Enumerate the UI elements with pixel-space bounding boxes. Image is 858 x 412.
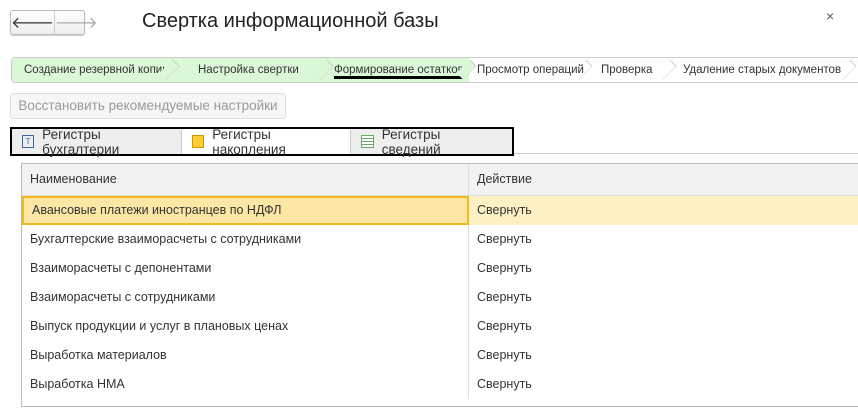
- table-row[interactable]: Выработка НМА Свернуть: [22, 370, 858, 399]
- step-balances[interactable]: Формирование остатков: [326, 58, 469, 82]
- cell-action[interactable]: Свернуть: [469, 254, 858, 283]
- table-row[interactable]: Выработка материалов Свернуть: [22, 341, 858, 370]
- cell-action[interactable]: Свернуть: [469, 312, 858, 341]
- cell-action[interactable]: Свернуть: [469, 283, 858, 312]
- tab-accumulation-registers[interactable]: Регистры накопления: [181, 127, 351, 157]
- tab-accounting-registers[interactable]: T Регистры бухгалтерии: [12, 127, 182, 157]
- accumulation-register-icon: [191, 135, 205, 148]
- table-row[interactable]: Авансовые платежи иностранцев по НДФЛ Све…: [22, 196, 858, 225]
- cell-name[interactable]: Выпуск продукции и услуг в плановых цена…: [22, 312, 469, 341]
- cell-action[interactable]: Свернуть: [469, 370, 858, 399]
- tab-information-registers[interactable]: Регистры сведений: [351, 127, 512, 157]
- cell-name[interactable]: Выработка материалов: [22, 341, 469, 370]
- close-button[interactable]: ×: [826, 8, 834, 24]
- wizard-steps: Создание резервной копии Настройка сверт…: [11, 57, 858, 83]
- restore-defaults-button[interactable]: Восстановить рекомендуемые настройки: [10, 93, 286, 119]
- cell-action[interactable]: Свернуть: [469, 196, 858, 225]
- information-register-icon: [360, 135, 374, 148]
- cell-name[interactable]: Взаиморасчеты с депонентами: [22, 254, 469, 283]
- step-backup[interactable]: Создание резервной копии: [12, 58, 172, 82]
- cell-name[interactable]: Выработка НМА: [22, 370, 469, 399]
- cell-name[interactable]: Авансовые платежи иностранцев по НДФЛ: [22, 196, 469, 225]
- table-row[interactable]: Взаиморасчеты с сотрудниками Свернуть: [22, 283, 858, 312]
- step-delete-docs[interactable]: Удаление старых документов: [669, 58, 849, 82]
- step-operations[interactable]: Просмотр операций: [469, 58, 585, 82]
- table-header: Наименование Действие: [22, 164, 858, 196]
- table-row[interactable]: Бухгалтерские взаиморасчеты с сотрудника…: [22, 225, 858, 254]
- cell-action[interactable]: Свернуть: [469, 341, 858, 370]
- register-tabs: T Регистры бухгалтерии Регистры накоплени…: [10, 127, 514, 157]
- back-button[interactable]: 🡐: [11, 11, 54, 34]
- column-header-action[interactable]: Действие: [469, 164, 858, 195]
- history-nav: 🡐 🡒: [10, 10, 98, 35]
- step-check[interactable]: Проверка: [585, 58, 669, 82]
- cell-action[interactable]: Свернуть: [469, 225, 858, 254]
- column-header-name[interactable]: Наименование: [22, 164, 469, 195]
- forward-button[interactable]: 🡒: [53, 11, 98, 34]
- cell-name[interactable]: Взаиморасчеты с сотрудниками: [22, 283, 469, 312]
- tabs-divider: [514, 153, 858, 154]
- table-row[interactable]: Выпуск продукции и услуг в плановых цена…: [22, 312, 858, 341]
- page-title: Свертка информационной базы: [142, 10, 439, 32]
- step-settings[interactable]: Настройка свертки: [172, 58, 326, 82]
- accounting-register-icon: T: [22, 135, 35, 148]
- table-row[interactable]: Взаиморасчеты с депонентами Свернуть: [22, 254, 858, 283]
- registers-table: Наименование Действие Авансовые платежи …: [21, 163, 858, 407]
- cell-name[interactable]: Бухгалтерские взаиморасчеты с сотрудника…: [22, 225, 469, 254]
